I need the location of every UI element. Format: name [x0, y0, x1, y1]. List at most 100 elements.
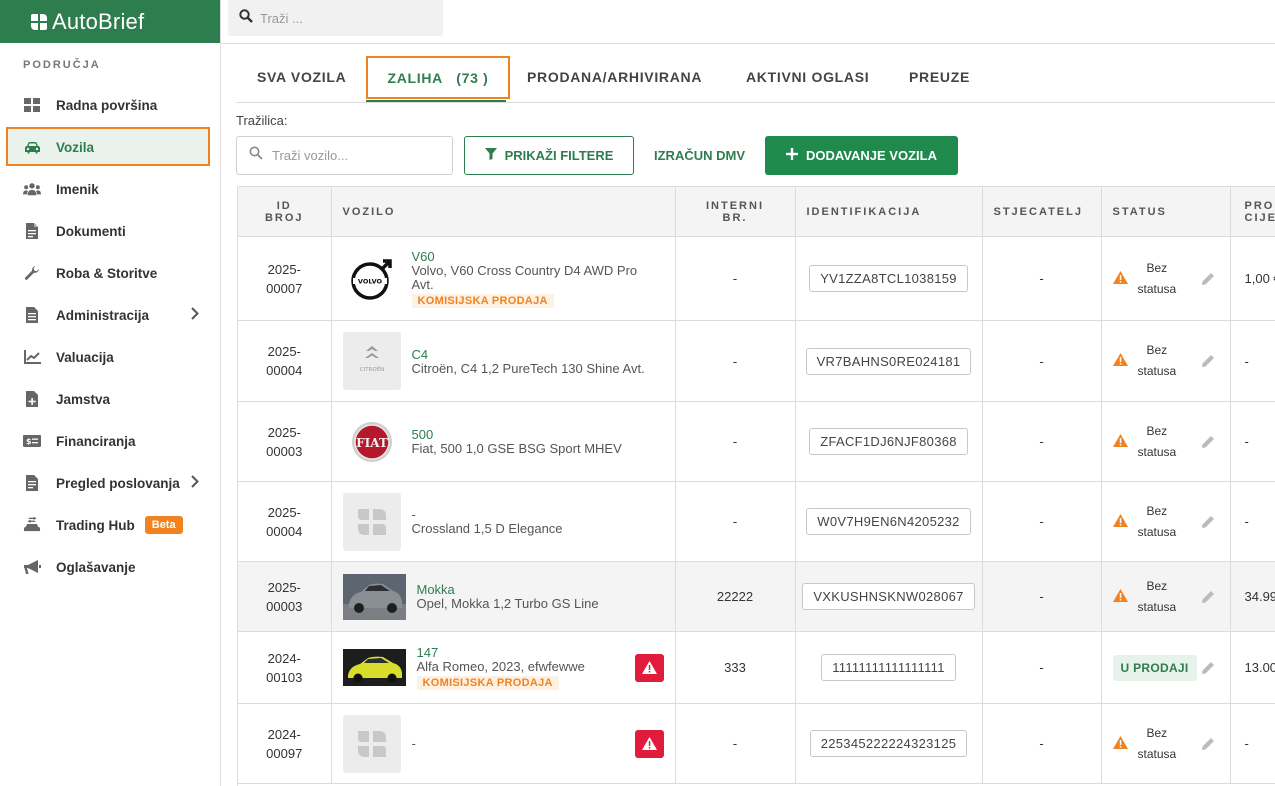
- filter-icon: [484, 148, 497, 163]
- vehicle-cell[interactable]: -: [331, 703, 676, 784]
- col-price[interactable]: PRODCIJEN: [1230, 186, 1275, 237]
- vehicle-table-container: ID BROJ VOZILO INTERNI BR. IDENTIFIKACIJA …: [237, 186, 1275, 786]
- edit-pencil-icon[interactable]: [1201, 661, 1215, 678]
- internal-number: -: [675, 481, 796, 562]
- vehicle-cell[interactable]: Mokka Opel, Mokka 1,2 Turbo GS Line: [331, 561, 676, 632]
- vin-field[interactable]: YV1ZZA8TCL1038159: [809, 265, 968, 292]
- col-internal[interactable]: INTERNI BR.: [675, 186, 796, 237]
- edit-pencil-icon[interactable]: [1201, 435, 1215, 452]
- table-row[interactable]: 2025- 00004 - Crossland 1,5 D Elegance - …: [238, 481, 1275, 562]
- brand-header[interactable]: AutoBrief: [0, 0, 220, 43]
- global-search-input[interactable]: [260, 10, 430, 26]
- vehicle-photo[interactable]: [342, 649, 406, 686]
- status-text: statusa: [1137, 524, 1177, 539]
- vehicle-cell[interactable]: VOLVO V60 Volvo, V60 Cross Country D4 AW…: [331, 236, 676, 321]
- tab-sva-vozila[interactable]: SVA VOZILA: [257, 55, 346, 102]
- edit-pencil-icon[interactable]: [1201, 272, 1215, 289]
- id-cell: 2024- 00097: [238, 703, 332, 784]
- sidebar-item-roba-storitve[interactable]: Roba & Storitve: [0, 252, 220, 294]
- id-cell: 2025- 00007: [238, 236, 332, 321]
- vin-field[interactable]: 11111111111111111: [821, 654, 956, 681]
- vehicle-photo[interactable]: [342, 573, 406, 620]
- vehicle-model[interactable]: 147: [417, 645, 585, 660]
- col-buyer[interactable]: STJECATELJ: [982, 186, 1102, 237]
- sidebar-item-vozila[interactable]: Vozila: [0, 126, 220, 168]
- tab-prodana-arhivirana[interactable]: PRODANA/ARHIVIRANA: [527, 55, 702, 102]
- file-icon: [23, 307, 41, 323]
- internal-number: 22222: [675, 561, 796, 632]
- alert-badge-icon[interactable]: [634, 729, 664, 758]
- vehicle-model[interactable]: -: [412, 507, 563, 522]
- vehicle-cell[interactable]: FIAT 500 Fiat, 500 1,0 GSE BSG Sport MHE…: [331, 401, 676, 482]
- vehicle-search[interactable]: [236, 136, 453, 175]
- beta-badge: Beta: [144, 516, 183, 534]
- sidebar-item-oglasavanje[interactable]: Oglašavanje: [0, 546, 220, 588]
- table-row[interactable]: 2024- 00097 - - 225345222224323125 - Bez…: [238, 703, 1275, 784]
- internal-number: -: [675, 703, 796, 784]
- edit-pencil-icon[interactable]: [1201, 737, 1215, 754]
- vehicle-model[interactable]: 500: [412, 427, 622, 442]
- col-status[interactable]: STATUS: [1101, 186, 1231, 237]
- vin-field[interactable]: VR7BAHNS0RE024181: [805, 347, 972, 375]
- tab-preuze[interactable]: PREUZE: [909, 55, 970, 102]
- vehicle-model[interactable]: Mokka: [417, 582, 599, 597]
- vin-field[interactable]: W0V7H9EN6N4205232: [806, 508, 971, 535]
- warning-icon: [1112, 513, 1128, 530]
- volvo-logo-icon: VOLVO: [343, 250, 401, 308]
- sidebar: AutoBrief PODRUČJA Radna površina Vozila…: [0, 0, 221, 786]
- global-search[interactable]: [228, 0, 443, 36]
- sidebar-item-financiranja[interactable]: $ Financiranja: [0, 420, 220, 462]
- price-cell: 13.00: [1230, 631, 1275, 704]
- vehicle-model[interactable]: V60: [412, 249, 657, 264]
- image-placeholder-icon: [342, 492, 401, 551]
- status-cell: Bez statusa: [1101, 401, 1231, 482]
- show-filters-button[interactable]: PRIKAŽI FILTERE: [464, 136, 634, 175]
- svg-text:CITROËN: CITROËN: [359, 366, 384, 373]
- vehicle-search-input[interactable]: [272, 148, 442, 163]
- table-row[interactable]: 2025- 00004 CITROËN C4 Citroën, C4 1,2 Pu…: [238, 320, 1275, 402]
- vehicle-cell[interactable]: CITROËN C4 Citroën, C4 1,2 PureTech 130 …: [331, 320, 676, 402]
- dmv-calculation-link[interactable]: IZRAČUN DMV: [654, 148, 745, 163]
- col-vehicle[interactable]: VOZILO: [331, 186, 676, 237]
- edit-pencil-icon[interactable]: [1201, 354, 1215, 371]
- vehicle-cell[interactable]: 147 Alfa Romeo, 2023, efwfewwe KOMISIJSK…: [331, 631, 676, 704]
- vehicle-description: Opel, Mokka 1,2 Turbo GS Line: [416, 596, 599, 611]
- sidebar-item-valuacija[interactable]: Valuacija: [0, 336, 220, 378]
- search-icon: [249, 146, 263, 165]
- vin-field[interactable]: 225345222224323125: [809, 730, 968, 757]
- edit-pencil-icon[interactable]: [1201, 515, 1215, 532]
- vehicle-description: Fiat, 500 1,0 GSE BSG Sport MHEV: [411, 441, 622, 456]
- sidebar-item-imenik[interactable]: Imenik: [0, 168, 220, 210]
- sidebar-item-dokumenti[interactable]: Dokumenti: [0, 210, 220, 252]
- sidebar-item-radna-povrsina[interactable]: Radna površina: [0, 84, 220, 126]
- warning-icon: [1112, 433, 1128, 450]
- status-cell: Bez statusa: [1101, 481, 1231, 562]
- table-row[interactable]: 2024- 00103 147 Alfa Romeo, 2023, efwfeww…: [238, 631, 1275, 704]
- table-row[interactable]: 2025- 00003 FIAT 500 Fiat, 500 1,0 GSE BS…: [238, 401, 1275, 482]
- tab-zaliha[interactable]: ZALIHA (73 ): [366, 56, 510, 99]
- alert-badge-icon[interactable]: [634, 653, 664, 682]
- brand-name: AutoBrief: [52, 8, 145, 34]
- add-vehicle-button[interactable]: DODAVANJE VOZILA: [765, 136, 958, 175]
- chevron-right-icon: [191, 475, 199, 491]
- vin-field[interactable]: ZFACF1DJ6NJF80368: [809, 428, 968, 455]
- vehicle-cell[interactable]: - Crossland 1,5 D Elegance: [331, 481, 676, 562]
- edit-pencil-icon[interactable]: [1201, 590, 1215, 607]
- price-cell: -: [1230, 481, 1275, 562]
- grid-icon: [23, 97, 41, 113]
- sidebar-item-pregled-poslovanja[interactable]: Pregled poslovanja: [0, 462, 220, 504]
- warning-icon: [1112, 270, 1128, 287]
- vehicle-model[interactable]: C4: [412, 347, 645, 362]
- buyer-cell: -: [982, 481, 1102, 562]
- sidebar-item-administracija[interactable]: Administracija: [0, 294, 220, 336]
- sidebar-item-trading-hub[interactable]: Trading Hub Beta: [0, 504, 220, 546]
- car-icon: [23, 139, 41, 155]
- table-row[interactable]: 2025- 00007 VOLVO V60 Volvo, V60 Cross Co…: [238, 236, 1275, 321]
- col-identification[interactable]: IDENTIFIKACIJA: [795, 186, 983, 237]
- users-icon: [23, 181, 41, 197]
- col-id[interactable]: ID BROJ: [238, 186, 332, 237]
- table-row[interactable]: 2025- 00003 Mokka Opel, Mokka 1,2 Turbo G…: [238, 561, 1275, 632]
- sidebar-item-jamstva[interactable]: Jamstva: [0, 378, 220, 420]
- vin-field[interactable]: VXKUSHNSKNW028067: [802, 583, 975, 610]
- tab-aktivni-oglasi[interactable]: AKTIVNI OGLASI: [746, 55, 869, 102]
